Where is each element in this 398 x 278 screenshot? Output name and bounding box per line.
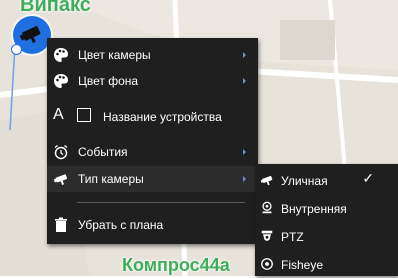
camera-icon	[53, 174, 68, 185]
fisheye-camera-icon	[261, 258, 273, 270]
menu-item-camera-color[interactable]: Цвет камеры	[47, 42, 258, 68]
camera-context-menu: Цвет камеры Цвет фона A Название устройс…	[47, 38, 258, 244]
text-icon: A	[53, 106, 64, 123]
camera-type-label: Внутренняя	[281, 202, 347, 216]
camera-type-submenu: Уличная ✓ Внутренняя PTZ Fisheye	[255, 164, 398, 276]
camera-type-ptz[interactable]: PTZ	[255, 222, 398, 250]
indoor-camera-icon	[262, 201, 272, 214]
menu-item-events[interactable]: События	[47, 139, 258, 165]
device-name-checkbox[interactable]	[77, 108, 91, 122]
camera-type-label: PTZ	[281, 230, 304, 244]
submenu-arrow-icon	[243, 149, 246, 155]
map-place-label: Випакс	[20, 0, 91, 16]
menu-item-label: Цвет фона	[78, 74, 139, 88]
camera-type-fisheye[interactable]: Fisheye	[255, 250, 398, 278]
palette-icon	[54, 74, 68, 88]
ptz-camera-icon	[261, 230, 273, 241]
menu-item-label: Название устройства	[103, 110, 222, 124]
menu-item-device-name[interactable]: A Название устройства	[47, 104, 258, 130]
submenu-arrow-icon	[243, 176, 246, 182]
camera-type-outdoor[interactable]: Уличная ✓	[255, 166, 398, 194]
camera-anchor-handle[interactable]	[11, 44, 22, 55]
trash-icon	[55, 217, 67, 232]
map-place-label-bottom: Компрос44а	[122, 255, 230, 275]
submenu-arrow-icon	[243, 52, 246, 58]
menu-item-background-color[interactable]: Цвет фона	[47, 68, 258, 94]
camera-type-label: Уличная	[281, 174, 328, 188]
menu-divider	[77, 202, 245, 203]
menu-item-label: Убрать с плана	[78, 218, 164, 232]
menu-item-label: Тип камеры	[78, 172, 144, 186]
menu-item-label: Цвет камеры	[78, 48, 151, 62]
submenu-arrow-icon	[243, 78, 246, 84]
alarm-clock-icon	[54, 144, 68, 160]
check-icon: ✓	[362, 170, 374, 186]
menu-item-label: События	[78, 145, 128, 159]
outdoor-camera-icon	[260, 175, 273, 186]
menu-item-remove-from-plan[interactable]: Убрать с плана	[47, 212, 258, 238]
camera-icon	[19, 25, 41, 44]
camera-type-label: Fisheye	[281, 258, 324, 272]
palette-icon	[54, 48, 68, 62]
camera-type-indoor[interactable]: Внутренняя	[255, 194, 398, 222]
menu-item-camera-type[interactable]: Тип камеры	[47, 166, 258, 192]
